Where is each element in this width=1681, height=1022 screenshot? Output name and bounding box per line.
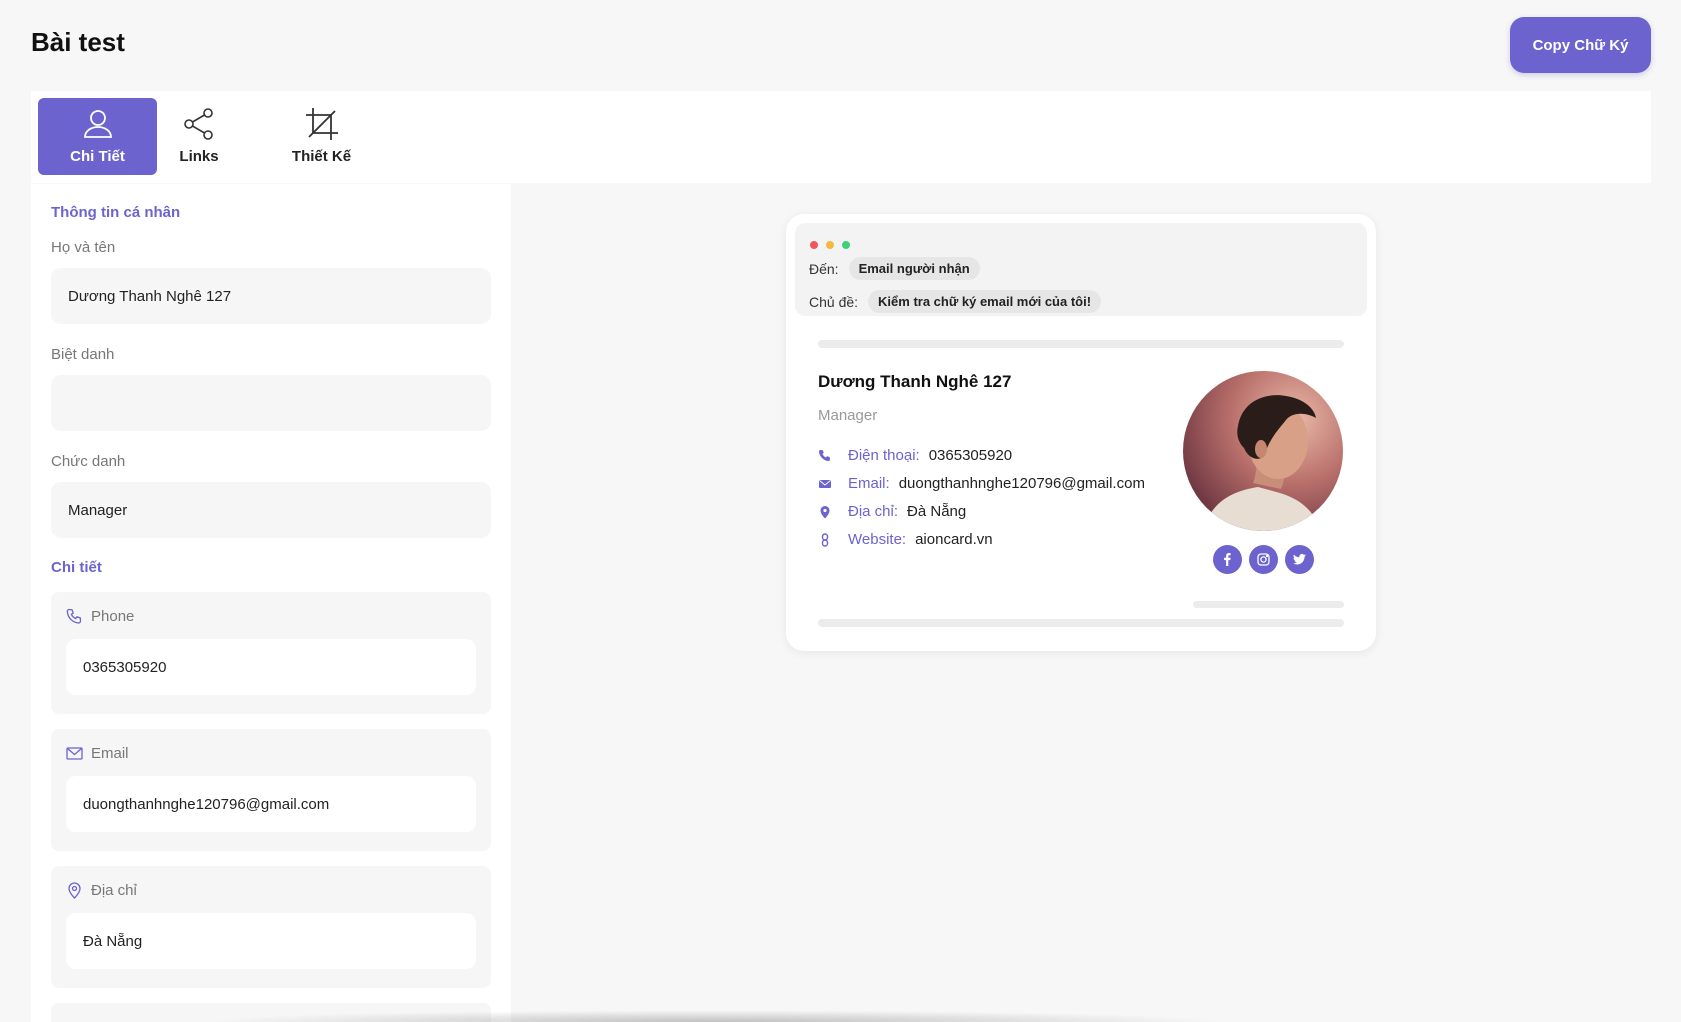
link-icon — [821, 532, 829, 547]
placeholder-line-short — [1193, 601, 1344, 608]
phone-group: Phone 0365305920 — [51, 592, 491, 714]
placeholder-line-top — [818, 340, 1344, 348]
tab-details-label: Chi Tiết — [70, 148, 125, 165]
signature-phone-key: Điện thoại: — [848, 447, 920, 464]
share-icon — [184, 108, 213, 140]
copy-signature-button[interactable]: Copy Chữ Ký — [1510, 17, 1651, 73]
twitter-icon[interactable] — [1285, 545, 1314, 574]
subject-label: Chủ đề: — [809, 293, 859, 310]
signature-website-value: aioncard.vn — [915, 531, 993, 548]
phone-label: Phone — [91, 608, 135, 625]
subject-row: Chủ đề: Kiểm tra chữ ký email mới của tô… — [809, 290, 1102, 313]
scroll-shadow — [200, 1010, 1230, 1022]
tab-design[interactable]: Thiết Kế — [259, 98, 384, 175]
recipient-label: Đến: — [809, 260, 839, 277]
phone-icon — [819, 449, 830, 461]
email-label: Email — [91, 745, 129, 762]
details-heading: Chi tiết — [51, 559, 102, 576]
signature-name: Dương Thanh Nghê 127 — [818, 372, 1012, 391]
tab-details[interactable]: Chi Tiết — [38, 98, 157, 175]
address-input[interactable]: Đà Nẵng — [66, 913, 476, 969]
social-links — [1213, 545, 1314, 574]
signature-phone-line: Điện thoại: 0365305920 — [818, 447, 1012, 464]
address-label: Địa chỉ — [91, 882, 137, 899]
mail-icon — [819, 479, 831, 488]
phone-group-header: Phone — [66, 608, 134, 625]
window-dot-green — [842, 241, 850, 249]
signature-phone-value: 0365305920 — [928, 447, 1013, 464]
email-group-header: Email — [66, 745, 129, 762]
location-pin-icon — [820, 505, 830, 518]
top-bar: Bài test Copy Chữ Ký — [0, 0, 1681, 90]
mail-header: Đến: Email người nhận Chủ đề: Kiểm tra c… — [795, 223, 1367, 316]
nickname-input[interactable] — [51, 375, 491, 431]
instagram-icon[interactable] — [1249, 545, 1278, 574]
subject-chip: Kiểm tra chữ ký email mới của tôi! — [868, 290, 1102, 313]
signature-role: Manager — [818, 407, 878, 424]
address-group: Địa chỉ Đà Nẵng — [51, 866, 491, 988]
avatar — [1183, 371, 1343, 531]
signature-address-line: Địa chỉ: Đà Nẵng — [818, 503, 966, 520]
signature-preview-card: Đến: Email người nhận Chủ đề: Kiểm tra c… — [786, 214, 1376, 651]
mail-icon — [66, 747, 83, 760]
signature-email-key: Email: — [848, 475, 890, 492]
tab-design-label: Thiết Kế — [291, 148, 352, 165]
signature-email-line: Email: duongthanhnghe120796@gmail.com — [818, 475, 1145, 492]
phone-input[interactable]: 0365305920 — [66, 639, 476, 695]
page-title: Bài test — [31, 27, 125, 57]
recipient-row: Đến: Email người nhận — [809, 257, 980, 280]
signature-address-value: Đà Nẵng — [907, 503, 967, 520]
signature-email-value: duongthanhnghe120796@gmail.com — [898, 475, 1145, 492]
email-input[interactable]: duongthanhnghe120796@gmail.com — [66, 776, 476, 832]
crop-icon — [305, 108, 338, 140]
location-pin-icon — [68, 882, 81, 899]
window-dot-red — [810, 241, 818, 249]
details-form-panel: Thông tin cá nhân Họ và tên Dương Thanh … — [31, 184, 511, 1022]
nickname-label: Biệt danh — [51, 346, 115, 363]
full-name-label: Họ và tên — [51, 239, 116, 256]
user-icon — [83, 110, 112, 138]
job-title-label: Chức danh — [51, 453, 126, 470]
job-title-input[interactable]: Manager — [51, 482, 491, 538]
window-dot-yellow — [826, 241, 834, 249]
placeholder-line-bottom — [818, 619, 1344, 627]
tab-bar: Chi Tiết Links Thiết Kế — [31, 91, 1651, 183]
signature-website-key: Website: — [848, 531, 907, 548]
phone-icon — [66, 608, 82, 624]
personal-info-heading: Thông tin cá nhân — [51, 204, 181, 221]
full-name-input[interactable]: Dương Thanh Nghê 127 — [51, 268, 491, 324]
facebook-icon[interactable] — [1213, 545, 1242, 574]
address-group-header: Địa chỉ — [66, 882, 137, 899]
signature-address-key: Địa chỉ: — [848, 503, 899, 520]
tab-links-label: Links — [179, 148, 219, 165]
tab-links[interactable]: Links — [149, 98, 249, 175]
email-group: Email duongthanhnghe120796@gmail.com — [51, 729, 491, 851]
recipient-chip: Email người nhận — [848, 257, 980, 280]
signature-website-line: Website: aioncard.vn — [818, 531, 993, 548]
